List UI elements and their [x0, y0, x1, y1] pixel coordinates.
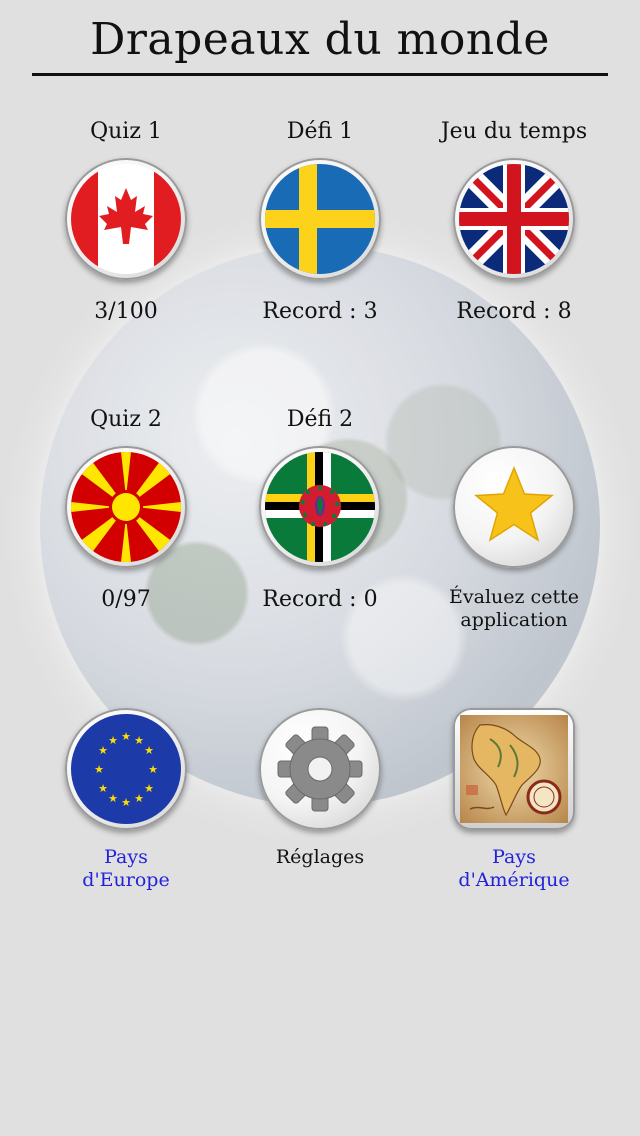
- svg-text:★: ★: [98, 782, 108, 795]
- defi-1-button[interactable]: [259, 158, 381, 280]
- tile-defi-2[interactable]: Défi 2 Record: 0: [220, 402, 420, 622]
- tile-quiz-1[interactable]: Quiz 1 3/100: [26, 114, 226, 334]
- sweden-flag-icon: [265, 164, 375, 274]
- svg-text:★: ★: [144, 782, 154, 795]
- tile-score: 3/100: [94, 299, 158, 324]
- svg-text:★: ★: [148, 763, 158, 776]
- tile-label: Défi 2: [286, 407, 354, 432]
- settings-label: Réglages: [275, 846, 365, 868]
- tile-label: Quiz 1: [90, 119, 162, 144]
- amerique-line-1[interactable]: Pays: [414, 846, 614, 869]
- tile-record: Record : 8: [456, 299, 572, 324]
- rate-app-button[interactable]: [453, 446, 575, 568]
- pays-amerique-button[interactable]: [453, 708, 575, 830]
- svg-text:★: ★: [134, 792, 144, 805]
- svg-text:★: ★: [144, 744, 154, 757]
- north-macedonia-flag-icon: [71, 452, 181, 562]
- page-title: Drapeaux du monde: [90, 14, 550, 65]
- svg-text:★: ★: [94, 763, 104, 776]
- gear-icon: [277, 726, 363, 812]
- svg-text:★: ★: [108, 734, 118, 747]
- tile-quiz-2[interactable]: Quiz 2 0/97: [26, 402, 226, 622]
- europe-line-1[interactable]: Pays: [26, 846, 226, 869]
- svg-text:★: ★: [121, 796, 131, 809]
- pays-europe-button[interactable]: ★ ★ ★ ★ ★ ★ ★ ★ ★ ★ ★ ★: [65, 708, 187, 830]
- tile-reglages[interactable]: Réglages: [220, 664, 420, 894]
- south-america-map-icon: [460, 715, 568, 823]
- svg-text:★: ★: [98, 744, 108, 757]
- tile-defi-1[interactable]: Défi 1 Record : 3: [220, 114, 420, 334]
- tile-pays-amerique[interactable]: Pays d'Amérique: [414, 664, 614, 894]
- amerique-line-2[interactable]: d'Amérique: [414, 869, 614, 892]
- svg-text:★: ★: [121, 730, 131, 743]
- tile-label: Défi 1: [286, 119, 354, 144]
- quiz-1-button[interactable]: [65, 158, 187, 280]
- title-divider: [32, 73, 608, 76]
- eu-flag-icon: ★ ★★ ★★★ ★★★ ★★★: [71, 714, 181, 824]
- tile-pays-europe[interactable]: ★ ★ ★ ★ ★ ★ ★ ★ ★ ★ ★ ★ Pays d'Europe: [26, 664, 226, 894]
- tile-record: Record : 0: [262, 587, 378, 612]
- canada-flag-icon: [71, 164, 181, 274]
- dominica-flag-icon: [265, 452, 375, 562]
- svg-text:★: ★: [134, 734, 144, 747]
- star-icon: [474, 465, 554, 542]
- defi-2-button[interactable]: [259, 446, 381, 568]
- tile-score: 0/97: [101, 587, 151, 612]
- tile-label: Quiz 2: [90, 407, 162, 432]
- uk-flag-icon: [459, 164, 569, 274]
- tile-jeu-du-temps[interactable]: Jeu du temps Record : 8: [414, 114, 614, 334]
- quiz-2-button[interactable]: [65, 446, 187, 568]
- tile-rate-app[interactable]: Évaluez cette application: [414, 402, 614, 642]
- jeu-du-temps-button[interactable]: [453, 158, 575, 280]
- rate-app-line-1: Évaluez cette: [449, 586, 579, 608]
- settings-button[interactable]: [259, 708, 381, 830]
- tile-record: Record : 3: [262, 299, 378, 324]
- europe-line-2[interactable]: d'Europe: [26, 869, 226, 892]
- svg-text:★: ★: [108, 792, 118, 805]
- tile-label: Jeu du temps: [440, 119, 588, 144]
- rate-app-line-2: application: [460, 609, 568, 631]
